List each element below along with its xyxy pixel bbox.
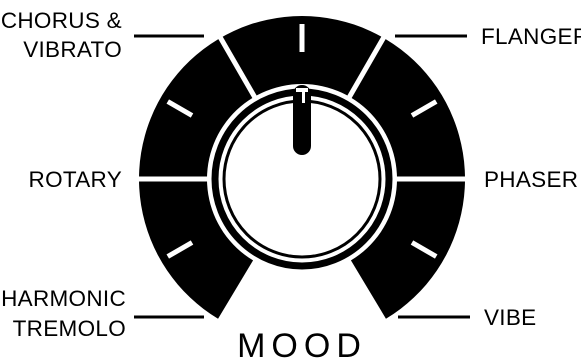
option-flanger[interactable]: FLANGER [481,24,581,49]
option-label: ROTARY [29,167,122,192]
option-label-line: VIBRATO [23,37,122,62]
option-label: VIBE [484,305,536,330]
option-label: PHASER [484,167,578,192]
option-label: FLANGER [481,24,581,49]
option-rotary[interactable]: ROTARY [29,167,122,192]
option-label-line: TREMOLO [13,316,126,341]
option-label-line: HARMONIC [1,286,126,311]
mood-knob[interactable] [208,85,396,273]
knob-pointer-highlight [302,89,305,103]
option-chorus-vibrato[interactable]: CHORUS & VIBRATO [1,8,122,62]
option-label-line: CHORUS & [1,8,122,33]
control-title: MOOD [237,327,367,364]
option-phaser[interactable]: PHASER [484,167,578,192]
mood-selector-diagram: CHORUS & VIBRATO FLANGER ROTARY PHASER H… [1,8,581,364]
option-harmonic-tremolo[interactable]: HARMONIC TREMOLO [1,286,126,341]
option-vibe[interactable]: VIBE [484,305,536,330]
